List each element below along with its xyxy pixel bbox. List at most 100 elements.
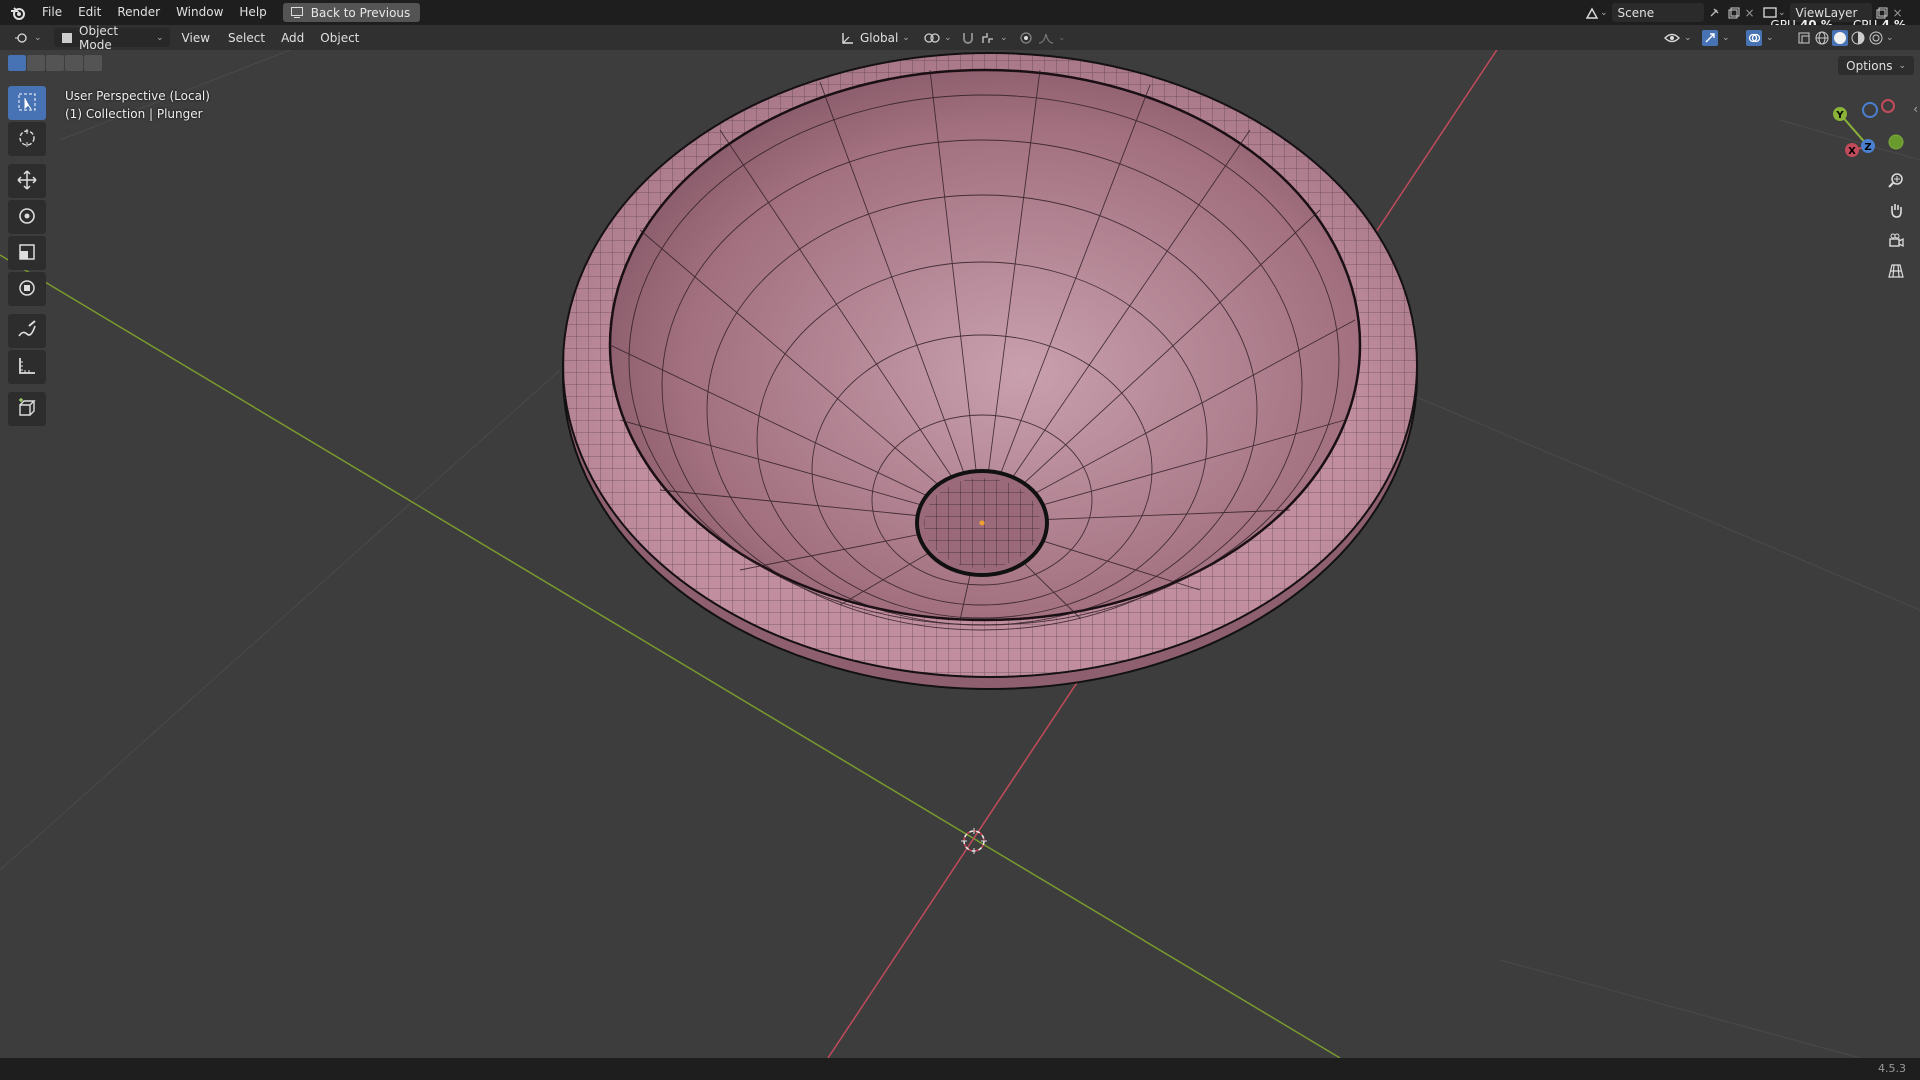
pivot-point-dropdown[interactable]: ⌄ [918,28,958,47]
shading-modes: ⌄ [1790,28,1900,47]
options-dropdown[interactable]: Options ⌄ [1838,56,1914,75]
chevron-down-icon[interactable]: ⌄ [1778,8,1786,18]
perspective-toggle-button[interactable] [1883,259,1909,285]
orientation-axes-icon [840,30,856,46]
mode-label: Object Mode [79,23,119,52]
measure-icon [17,356,37,379]
zoom-button[interactable] [1883,168,1909,194]
editor-type-button[interactable]: ⌄ [8,28,48,47]
gizmo-z-label: Z [1864,142,1871,153]
falloff-curve-icon [1038,30,1054,46]
solid-shading-icon[interactable] [1832,29,1848,46]
tool-shelf [8,86,46,428]
menu-edit[interactable]: Edit [70,0,109,25]
transform-orientation-dropdown[interactable]: Global ⌄ [834,28,916,47]
selection-mode-group [8,55,102,71]
viewport-info: User Perspective (Local) (1) Collection … [65,87,210,123]
gizmo-y-label: Y [1835,110,1844,121]
proportional-editing-toggle[interactable]: ⌄ [1012,28,1072,47]
chevron-down-icon: ⌄ [156,32,164,43]
annotate-icon [17,319,37,343]
cursor-tool[interactable] [8,122,46,156]
chevron-down-icon: ⌄ [944,32,952,43]
gizmo-toggle[interactable]: ⌄ [1696,28,1736,47]
gizmo-x-label: X [1848,146,1856,157]
overlays-icon [1746,29,1762,46]
scale-icon [17,242,37,265]
mode-dropdown[interactable]: Object Mode ⌄ [53,24,170,52]
select-subtract-icon[interactable] [46,55,64,71]
menu-file[interactable]: File [34,0,70,25]
measure-tool[interactable] [8,350,46,384]
viewport-header: ⌄ Object Mode ⌄ View Select Add Object G… [0,24,1920,52]
select-box-tool[interactable] [8,86,46,120]
status-bar: 4.5.3 [0,1058,1920,1080]
blender-logo-icon[interactable] [8,3,28,23]
wireframe-shading-icon[interactable] [1814,30,1830,46]
new-scene-icon[interactable] [1726,5,1742,21]
eye-icon [1664,30,1680,46]
scene-name-field[interactable]: Scene [1611,3,1704,22]
rotate-tool[interactable] [8,200,46,234]
transform-icon [17,278,37,301]
hand-icon [1888,202,1904,221]
camera-view-button[interactable] [1883,229,1909,255]
version-label: 4.5.3 [1878,1062,1906,1075]
select-box-icon [17,92,37,115]
select-difference-icon[interactable] [65,55,83,71]
chevron-down-icon[interactable]: ⌄ [1886,33,1894,43]
add-cube-tool[interactable] [8,392,46,426]
navigation-gizmo[interactable]: Y Z X [1818,98,1906,162]
snap-increment-icon [980,30,996,46]
perspective-label: User Perspective (Local) [65,89,210,103]
select-intersect-icon[interactable] [84,55,102,71]
viewport-scene[interactable] [0,0,1920,1080]
zoom-icon [1888,172,1904,191]
menu-help[interactable]: Help [231,0,274,25]
move-icon [17,169,37,193]
pivot-icon [924,30,940,46]
gizmo-icon [1702,29,1718,46]
chevron-down-icon: ⌄ [902,32,910,43]
back-to-previous-button[interactable]: Back to Previous [282,3,421,22]
visibility-dropdown[interactable]: ⌄ [1658,28,1698,47]
transform-tool[interactable] [8,272,46,306]
menu-render[interactable]: Render [109,0,168,25]
select-extend-icon[interactable] [27,55,45,71]
menu-add[interactable]: Add [275,28,310,47]
snap-toggle[interactable]: ⌄ [954,28,1014,47]
menu-window[interactable]: Window [168,0,231,25]
cursor-icon [17,128,37,151]
menu-view[interactable]: View [176,28,216,47]
menu-object[interactable]: Object [314,28,365,47]
pin-icon[interactable] [1706,5,1722,21]
chevron-down-icon: ⌄ [1058,32,1066,43]
object-origin [979,520,985,526]
menu-select[interactable]: Select [222,28,271,47]
scene-selector: ⌄ Scene × [1584,2,1758,23]
top-bar: File Edit Render Window Help Back to Pre… [0,0,1920,32]
annotate-tool[interactable] [8,314,46,348]
chevron-down-icon: ⌄ [1684,32,1692,43]
overlays-toggle[interactable]: ⌄ [1740,28,1780,47]
pan-button[interactable] [1883,198,1909,224]
rotate-icon [17,206,37,229]
magnet-icon [960,30,976,46]
move-tool[interactable] [8,164,46,198]
chevron-down-icon: ⌄ [1722,32,1730,43]
sidebar-toggle-icon[interactable]: ‹ [1913,102,1918,116]
chevron-down-icon: ⌄ [1000,32,1008,43]
orientation-label: Global [860,30,899,45]
chevron-down-icon: ⌄ [1766,32,1774,43]
3d-cursor [961,828,987,854]
chevron-down-icon[interactable]: ⌄ [1600,8,1608,18]
select-new-icon[interactable] [8,55,26,71]
rendered-shading-icon[interactable] [1868,30,1884,46]
material-shading-icon[interactable] [1850,30,1866,46]
close-icon[interactable]: × [1742,5,1758,21]
xray-icon[interactable] [1796,30,1812,46]
scene-icon[interactable] [1584,5,1600,21]
viewport-editor-icon [14,30,30,46]
scale-tool[interactable] [8,236,46,270]
object-mode-icon [60,30,75,46]
